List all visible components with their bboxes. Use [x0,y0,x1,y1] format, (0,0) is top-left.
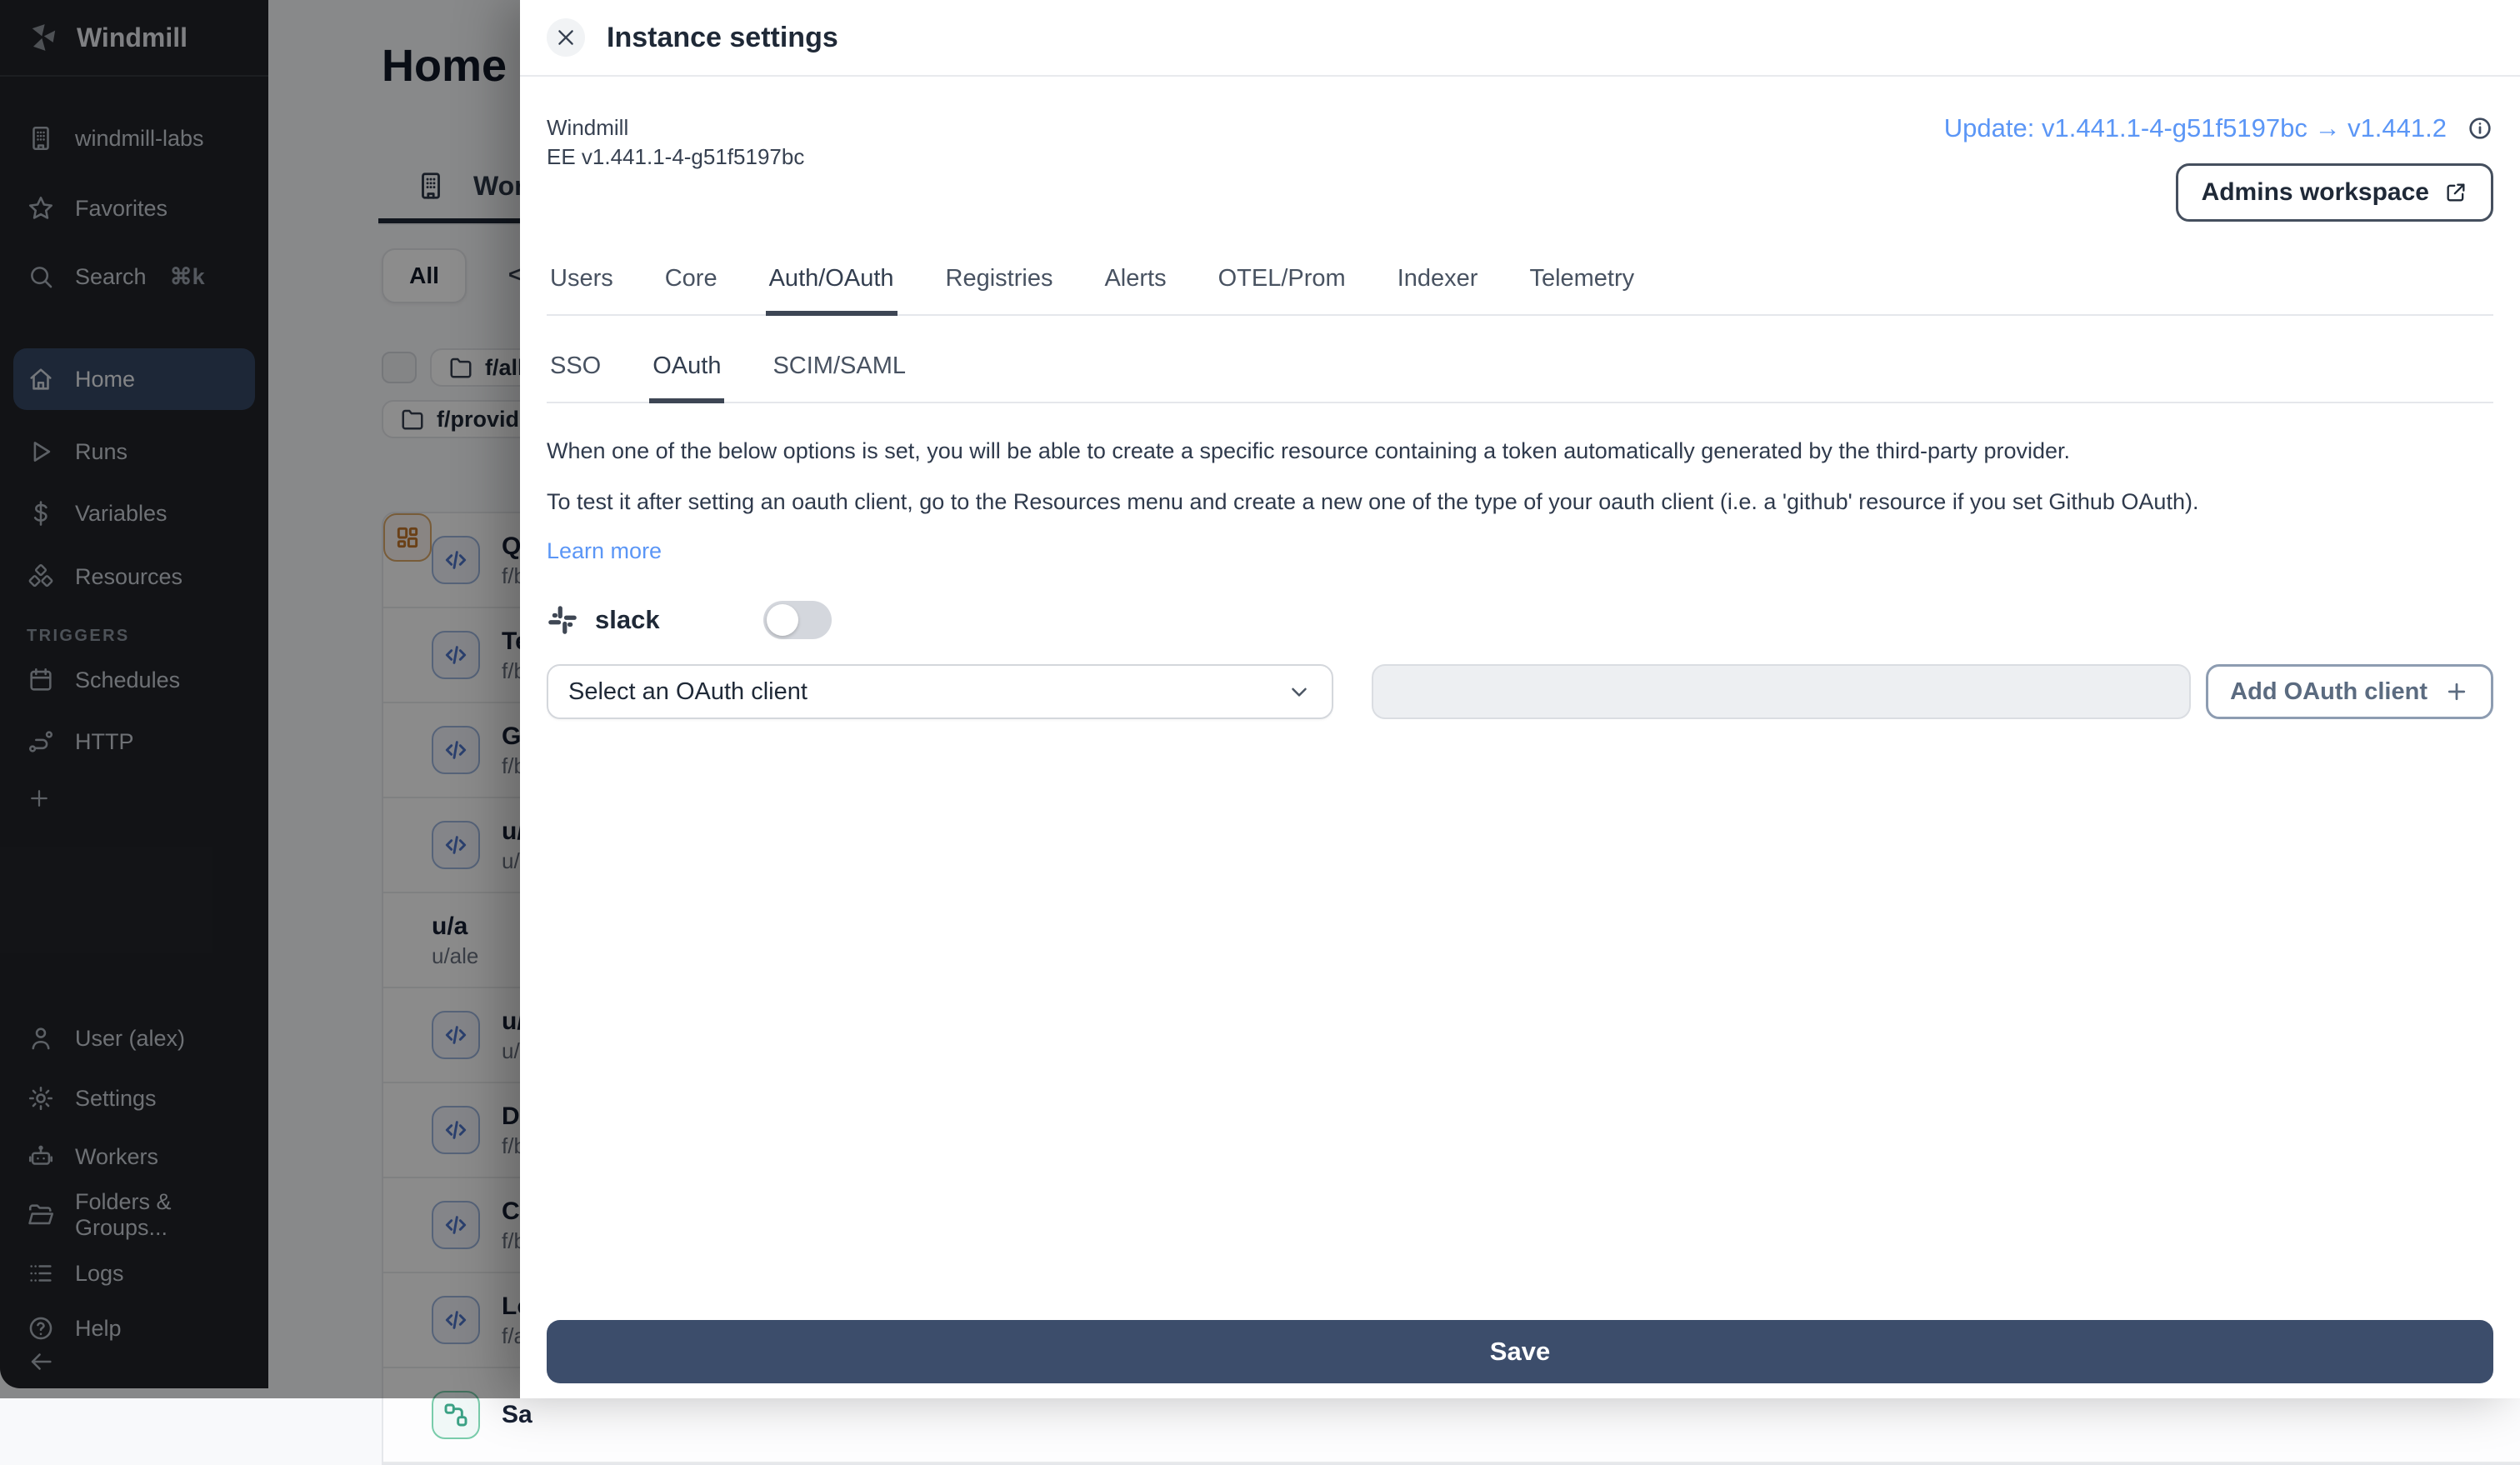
oauth-client-controls: Select an OAuth client Add OAuth client [547,664,2493,720]
close-icon [555,27,577,48]
external-link-icon [2444,181,2468,204]
admins-workspace-label: Admins workspace [2201,178,2429,206]
info-button[interactable] [2467,115,2493,142]
chevron-down-icon [1287,679,1312,704]
subtab-sso[interactable]: SSO [547,338,604,403]
drawer-body: Windmill EE v1.441.1-4-g51f5197bc Update… [520,77,2520,1398]
save-button[interactable]: Save [547,1320,2493,1383]
subtab-oauth[interactable]: OAuth [649,338,725,403]
oauth-description-2: To test it after setting an oauth client… [547,489,2199,515]
slack-provider-row: slack [547,601,2493,640]
item-title: Sa [502,1401,532,1429]
update-row: Update: v1.441.1-4-g51f5197bc → v1.441.2 [1944,113,2493,143]
info-icon [2467,115,2493,142]
instance-name: Windmill [547,115,629,140]
admins-workspace-button[interactable]: Admins workspace [2175,163,2493,222]
tab-auth-oauth[interactable]: Auth/OAuth [765,250,898,316]
select-value: Select an OAuth client [568,678,808,705]
settings-tabs: Users Core Auth/OAuth Registries Alerts … [547,250,2493,316]
tab-telemetry[interactable]: Telemetry [1526,250,1638,316]
meta-actions: Update: v1.441.1-4-g51f5197bc → v1.441.2… [1944,113,2493,222]
tab-users[interactable]: Users [547,250,617,316]
tab-registries[interactable]: Registries [942,250,1057,316]
instance-meta: Windmill EE v1.441.1-4-g51f5197bc [547,113,804,172]
subtab-scim-saml[interactable]: SCIM/SAML [769,338,909,403]
drawer-title: Instance settings [607,21,838,53]
tab-core[interactable]: Core [662,250,721,316]
oauth-client-select[interactable]: Select an OAuth client [547,664,1333,720]
instance-settings-drawer: Instance settings Windmill EE v1.441.1-4… [520,0,2520,1398]
drawer-header: Instance settings [520,0,2520,77]
auth-subtabs: SSO OAuth SCIM/SAML [547,338,2493,403]
provider-name: slack [595,605,660,635]
drawer-spacer [547,719,2493,1320]
tab-alerts[interactable]: Alerts [1101,250,1169,316]
toggle-knob [766,604,798,637]
tab-indexer[interactable]: Indexer [1394,250,1482,316]
add-oauth-client-button[interactable]: Add OAuth client [2206,664,2493,720]
close-button[interactable] [547,18,585,57]
slack-enable-toggle[interactable] [762,601,832,640]
slack-icon [547,604,578,636]
update-link[interactable]: Update: v1.441.1-4-g51f5197bc → v1.441.2 [1944,113,2447,143]
oauth-secret-input[interactable] [1372,664,2192,720]
add-oauth-client-label: Add OAuth client [2230,678,2428,705]
instance-version: EE v1.441.1-4-g51f5197bc [547,144,805,170]
tab-otel-prom[interactable]: OTEL/Prom [1215,250,1349,316]
learn-more-link[interactable]: Learn more [547,538,2493,564]
oauth-description-1: When one of the below options is set, yo… [547,438,2071,463]
plus-icon [2444,679,2469,704]
instance-meta-row: Windmill EE v1.441.1-4-g51f5197bc Update… [547,113,2493,222]
